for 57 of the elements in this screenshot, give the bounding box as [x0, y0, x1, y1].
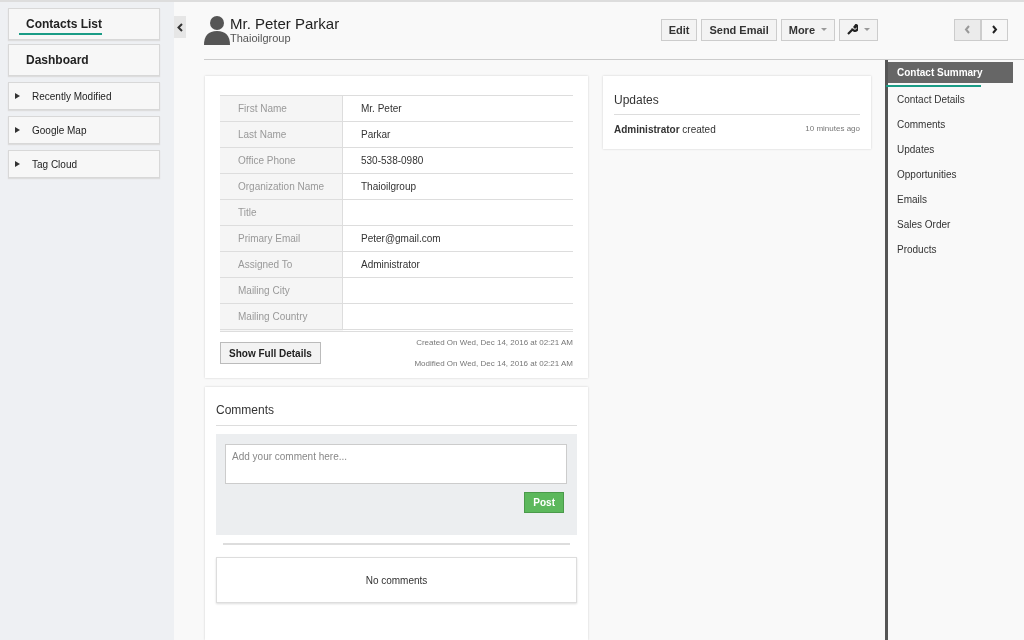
- field-label: Last Name: [220, 121, 343, 148]
- field-value: Parkar: [342, 121, 573, 148]
- widget-title: Recently Modified: [32, 90, 112, 102]
- chevron-icon: [177, 22, 183, 32]
- expand-triangle-icon: [15, 161, 20, 167]
- field-label: Organization Name: [220, 173, 343, 200]
- avatar-icon: [204, 14, 230, 45]
- organization-name: Thaioilgroup: [230, 32, 292, 44]
- chevron-icon: [964, 25, 971, 34]
- caret-icon: [821, 28, 827, 31]
- more-dropdown-button[interactable]: More: [780, 18, 835, 41]
- created-timestamp: Created On Wed, Dec 14, 2016 at 02:21 AM: [416, 338, 573, 347]
- sidebar-item[interactable]: Contacts List: [8, 8, 160, 40]
- nav-item[interactable]: Opportunities: [888, 162, 1013, 187]
- nav-item[interactable]: Emails: [888, 187, 1013, 212]
- nav-item[interactable]: Contact Details: [888, 87, 1013, 112]
- contact-name: Mr. Peter Parkar: [230, 15, 341, 32]
- widget-header[interactable]: Google Map: [8, 116, 160, 144]
- next-button[interactable]: [981, 18, 1008, 41]
- update-text: Administrator created: [614, 124, 716, 135]
- nav-item[interactable]: Updates: [888, 137, 1013, 162]
- field-value: Administrator: [342, 251, 573, 278]
- field-value: Mr. Peter: [342, 95, 573, 122]
- nav-item[interactable]: Products: [888, 237, 1013, 262]
- field-label: Title: [220, 199, 343, 226]
- tools-dropdown-button[interactable]: [839, 18, 878, 41]
- field-label: Office Phone: [220, 147, 343, 174]
- widget-header[interactable]: Tag Cloud: [8, 150, 160, 178]
- field-label: Mailing City: [220, 277, 343, 304]
- action-button[interactable]: Send Email: [701, 18, 777, 41]
- caret-icon: [864, 28, 870, 31]
- expand-triangle-icon: [15, 93, 20, 99]
- updates-title: Updates: [614, 93, 860, 115]
- wrench-icon: [847, 24, 858, 35]
- nav-item[interactable]: Comments: [888, 112, 1013, 137]
- comments-title: Comments: [216, 403, 577, 426]
- action-button[interactable]: Edit: [660, 18, 698, 41]
- chevron-icon: [991, 25, 998, 34]
- field-label: First Name: [220, 95, 343, 122]
- modified-timestamp: Modified On Wed, Dec 14, 2016 at 02:21 AM: [414, 359, 573, 368]
- field-value: Peter@gmail.com: [342, 225, 573, 252]
- field-label: Mailing Country: [220, 303, 343, 331]
- collapse-button[interactable]: [174, 16, 186, 38]
- field-value: 530-538-0980: [342, 147, 573, 174]
- widget-title: Tag Cloud: [32, 158, 78, 170]
- expand-triangle-icon: [15, 127, 20, 133]
- nav-item[interactable]: Sales Order: [888, 212, 1013, 237]
- widget-title: Google Map: [32, 124, 87, 136]
- no-comments-message: No comments: [216, 557, 577, 603]
- sidebar-item[interactable]: Dashboard: [8, 44, 160, 76]
- show-full-details-button[interactable]: Show Full Details: [220, 342, 321, 364]
- widget-header[interactable]: Recently Modified: [8, 82, 160, 110]
- comment-input[interactable]: Add your comment here...: [225, 444, 567, 484]
- field-value: Thaioilgroup: [342, 173, 573, 200]
- field-label: Assigned To: [220, 251, 343, 278]
- update-time: 10 minutes ago: [805, 124, 860, 135]
- field-label: Primary Email: [220, 225, 343, 252]
